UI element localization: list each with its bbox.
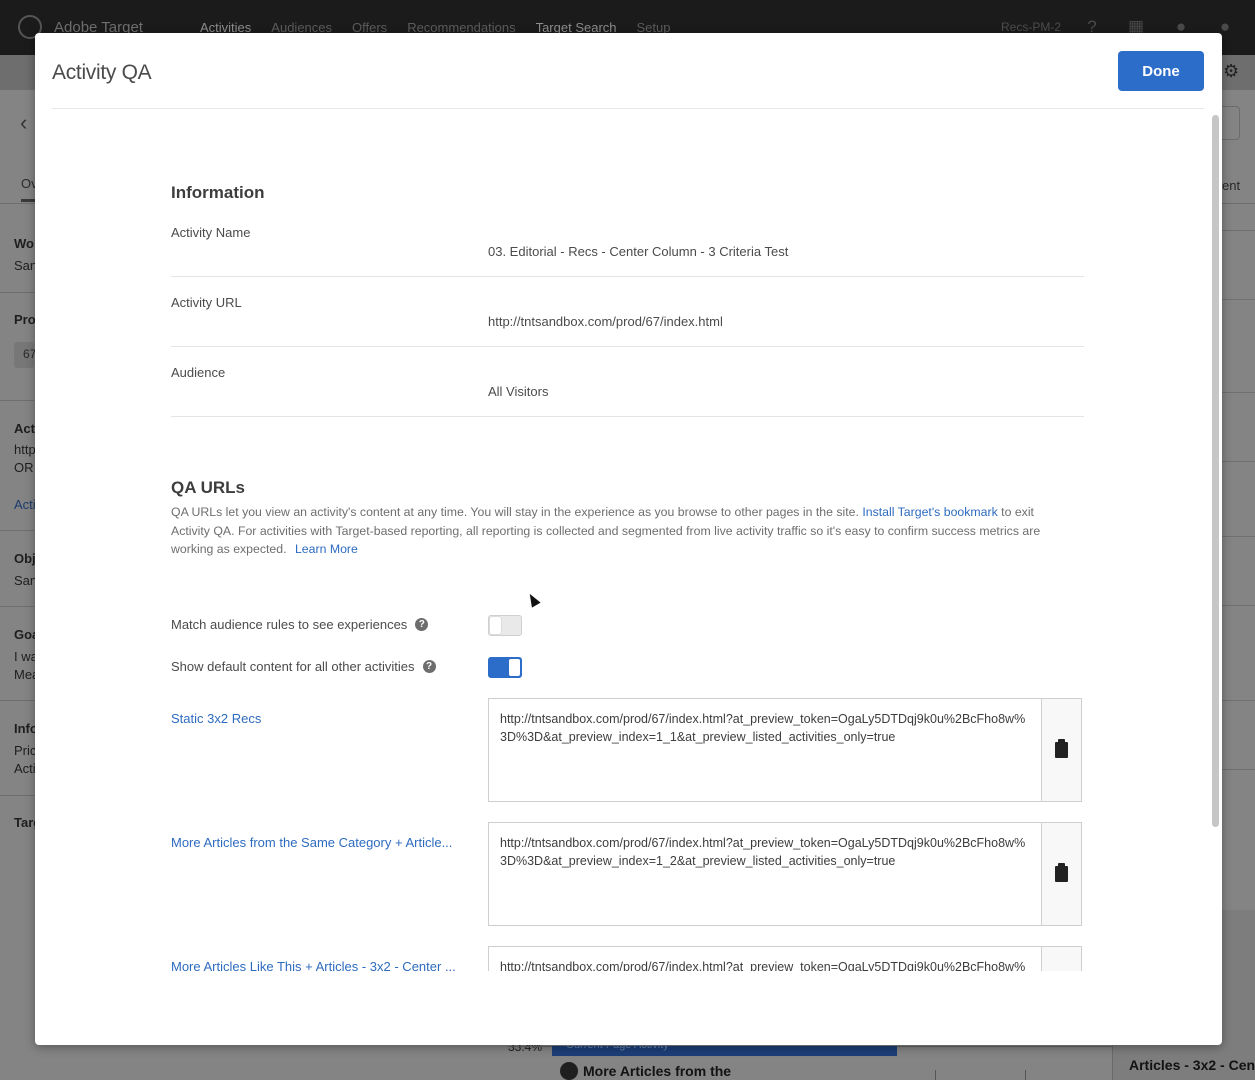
default-content-option: Show default content for all other activ… xyxy=(171,659,436,674)
install-bookmark-link[interactable]: Install Target's bookmark xyxy=(862,505,997,519)
match-audience-option: Match audience rules to see experiences … xyxy=(171,617,429,632)
match-audience-toggle[interactable] xyxy=(488,615,522,636)
sidebar-text: Act xyxy=(14,421,35,436)
share-icon xyxy=(560,1062,578,1080)
activity-name-label: Activity Name xyxy=(171,225,251,240)
match-audience-label: Match audience rules to see experiences xyxy=(171,617,408,632)
divider xyxy=(0,700,34,701)
divider xyxy=(0,606,34,607)
experience-link-same-category[interactable]: More Articles from the Same Category + A… xyxy=(171,835,452,850)
sidebar-text: San xyxy=(14,258,38,273)
qa-description: QA URLs let you view an activity's conte… xyxy=(171,503,1071,559)
sidebar-text: Pric xyxy=(14,743,37,758)
information-heading: Information xyxy=(171,183,265,202)
bg-right-button[interactable] xyxy=(1222,106,1240,140)
row-divider xyxy=(171,416,1084,417)
experience-link-static-3x2[interactable]: Static 3x2 Recs xyxy=(171,711,261,726)
toggle-knob xyxy=(490,617,501,634)
org-switcher[interactable]: Recs-PM-2 xyxy=(1001,20,1061,34)
clipboard-icon xyxy=(1055,863,1068,882)
sidebar-text: San xyxy=(14,573,38,588)
scrollbar-thumb[interactable] xyxy=(1212,115,1219,827)
learn-more-link[interactable]: Learn More xyxy=(295,540,358,559)
row-divider xyxy=(171,276,1084,277)
bg-right-panel xyxy=(1222,230,1255,300)
bg-right-panel xyxy=(1222,536,1255,606)
audience-label: Audience xyxy=(171,365,226,380)
bg-right-panel xyxy=(1222,392,1255,462)
sidebar-text: Obj xyxy=(14,551,36,566)
audience-value: All Visitors xyxy=(488,384,549,399)
back-arrow-icon[interactable]: ‹ xyxy=(20,110,27,136)
sidebar-text: OR xyxy=(14,460,34,475)
gear-icon[interactable]: ⚙ xyxy=(1223,61,1239,82)
help-icon[interactable]: ? xyxy=(415,618,429,631)
clipboard-icon xyxy=(1055,739,1068,758)
copy-url-button[interactable] xyxy=(1041,946,1082,971)
bg-articles-label: Articles - 3x2 - Cente xyxy=(1129,1057,1255,1073)
qa-urls-heading: QA URLs xyxy=(171,478,245,497)
qa-url-field[interactable]: http://tntsandbox.com/prod/67/index.html… xyxy=(488,698,1042,802)
dialog-title: Activity QA xyxy=(52,61,152,84)
experience-link-articles-like-this[interactable]: More Articles Like This + Articles - 3x2… xyxy=(171,959,456,971)
bg-right-panel xyxy=(1222,700,1255,770)
sidebar-text: http xyxy=(14,442,36,457)
activity-qa-dialog: Activity QA Done Information Activity Na… xyxy=(35,33,1222,1045)
done-button[interactable]: Done xyxy=(1118,51,1204,91)
sidebar-text: Wo xyxy=(14,236,34,251)
divider xyxy=(0,292,34,293)
qa-description-text: QA URLs let you view an activity's conte… xyxy=(171,505,863,519)
sidebar-value-box: 67 xyxy=(14,342,36,368)
divider xyxy=(0,795,34,796)
activity-url-value: http://tntsandbox.com/prod/67/index.html xyxy=(488,314,723,329)
divider xyxy=(0,530,34,531)
dialog-content: Information Activity Name 03. Editorial … xyxy=(35,113,1211,971)
toggle-knob xyxy=(509,659,520,676)
copy-url-button[interactable] xyxy=(1041,822,1082,926)
sidebar-text: Acti xyxy=(14,761,36,776)
bg-more-articles-label: More Articles from the xyxy=(583,1063,732,1079)
sidebar-text: Pro xyxy=(14,312,36,327)
header-divider xyxy=(52,108,1204,109)
qa-url-field[interactable]: http://tntsandbox.com/prod/67/index.html… xyxy=(488,822,1042,926)
tab-active-indicator xyxy=(21,199,35,202)
copy-url-button[interactable] xyxy=(1041,698,1082,802)
default-content-toggle[interactable] xyxy=(488,657,522,678)
sidebar-link[interactable]: Acti xyxy=(14,497,36,512)
divider xyxy=(0,400,34,401)
divider xyxy=(1025,1070,1026,1080)
qa-url-field[interactable]: http://tntsandbox.com/prod/67/index.html… xyxy=(488,946,1042,971)
help-icon[interactable]: ? xyxy=(422,660,436,673)
bg-activity-bar: Current Page Activity xyxy=(552,1039,897,1056)
mouse-cursor-icon xyxy=(525,591,541,608)
row-divider xyxy=(171,346,1084,347)
divider xyxy=(935,1070,936,1080)
bg-more-articles: More Articles from the xyxy=(560,1062,731,1080)
activity-name-value: 03. Editorial - Recs - Center Column - 3… xyxy=(488,244,789,259)
default-content-label: Show default content for all other activ… xyxy=(171,659,415,674)
tab-right[interactable]: ent xyxy=(1222,178,1240,193)
activity-url-label: Activity URL xyxy=(171,295,242,310)
